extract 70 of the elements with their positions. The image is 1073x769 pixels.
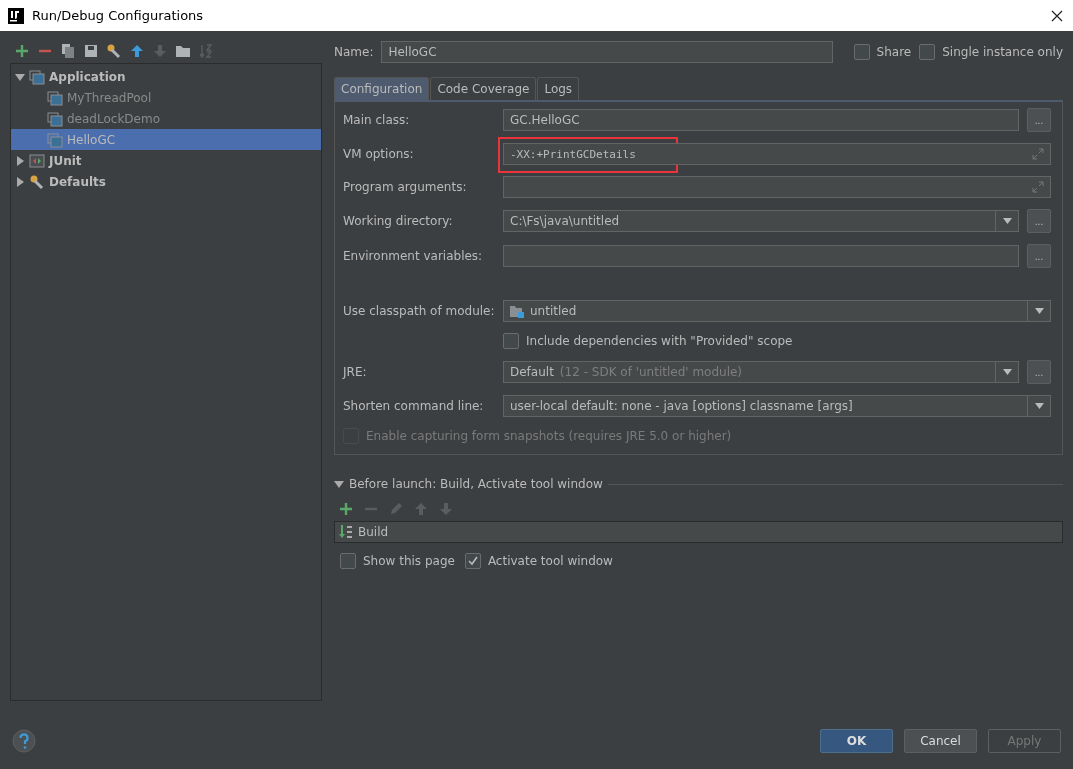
expand-icon[interactable] <box>1032 148 1044 160</box>
input-field[interactable] <box>503 245 1019 267</box>
tree-item[interactable]: Application <box>11 66 321 87</box>
dialog-button[interactable]: Cancel <box>904 729 977 753</box>
dialog-button[interactable]: OK <box>820 729 893 753</box>
input-field[interactable] <box>503 176 1051 198</box>
field-label: Use classpath of module: <box>343 304 495 318</box>
window-icon <box>47 89 63 106</box>
tab[interactable]: Configuration <box>334 77 430 100</box>
field-label: JRE: <box>343 365 367 379</box>
tree-item[interactable]: MyThreadPool <box>11 87 321 108</box>
help-icon[interactable] <box>12 729 36 753</box>
check-icon <box>467 556 478 566</box>
browse-button[interactable]: ... <box>1027 108 1051 132</box>
checkbox[interactable]: Share <box>853 44 912 60</box>
section-title[interactable]: Before launch: Build, Activate tool window <box>349 477 603 491</box>
folder-icon[interactable] <box>175 43 191 59</box>
field-label: Environment variables: <box>343 249 483 263</box>
caret-icon <box>1034 308 1044 314</box>
close-icon[interactable] <box>1051 9 1063 22</box>
add-icon[interactable] <box>338 501 354 517</box>
tree-item[interactable]: deadLockDemo <box>11 108 321 129</box>
field-label: Shorten command line: <box>343 399 484 413</box>
name-label: Name: <box>334 45 374 59</box>
expanded-arrow-icon[interactable] <box>334 479 344 489</box>
tree-item[interactable]: Defaults <box>11 171 321 192</box>
expand-icon[interactable] <box>1032 181 1044 193</box>
build-icon <box>338 525 354 539</box>
window-icon <box>29 68 45 85</box>
module-select[interactable]: untitled <box>503 300 1051 322</box>
caret-icon <box>1034 403 1044 409</box>
collapsed-arrow-icon[interactable] <box>15 155 25 166</box>
tree-item[interactable]: HelloGC <box>11 129 321 150</box>
field-label: Working directory: <box>343 214 453 228</box>
wrench-icon[interactable] <box>106 43 122 59</box>
dropdown-field[interactable]: C:\Fs\java\untitled <box>503 210 1019 232</box>
collapsed-arrow-icon[interactable] <box>15 176 25 187</box>
module-icon <box>510 304 524 318</box>
checkbox[interactable]: Single instance only <box>919 44 1063 60</box>
window-icon <box>47 131 63 148</box>
window-title: Run/Debug Configurations <box>32 8 204 23</box>
field-label: VM options: <box>343 147 414 161</box>
input-field[interactable]: GC.HelloGC <box>503 109 1019 131</box>
app-logo-icon <box>8 7 24 24</box>
dropdown-field[interactable]: user-local default: none - java [options] classname [args] <box>503 395 1051 417</box>
browse-button[interactable]: ... <box>1027 360 1051 384</box>
dropdown-field[interactable]: Default (12 - SDK of 'untitled' module) <box>503 361 1019 383</box>
save-icon[interactable] <box>83 43 99 59</box>
checkbox[interactable]: Include dependencies with "Provided" scope <box>503 333 793 349</box>
browse-button[interactable]: ... <box>1027 244 1051 268</box>
up-arrow-icon[interactable] <box>129 43 145 59</box>
checkbox[interactable]: Activate tool window <box>464 553 613 569</box>
checkbox[interactable]: Show this page <box>340 553 455 569</box>
window-icon <box>47 110 63 127</box>
name-field[interactable]: HelloGC <box>381 41 834 63</box>
caret-icon <box>1002 218 1012 224</box>
tree-item[interactable]: JUnit <box>11 150 321 171</box>
wrench-icon <box>29 173 45 190</box>
tab[interactable]: Logs <box>537 77 580 100</box>
field-label: Main class: <box>343 113 410 127</box>
browse-button[interactable]: ... <box>1027 209 1051 233</box>
expanded-arrow-icon[interactable] <box>15 71 25 82</box>
junit-icon <box>29 152 45 169</box>
add-icon[interactable] <box>14 43 30 59</box>
tab[interactable]: Code Coverage <box>430 77 537 100</box>
caret-icon <box>1002 369 1012 375</box>
field-label: Program arguments: <box>343 180 467 194</box>
input-field[interactable]: -XX:+PrintGCDetails <box>503 143 1051 165</box>
task-item[interactable]: Build <box>334 521 1063 543</box>
copy-icon[interactable] <box>60 43 76 59</box>
